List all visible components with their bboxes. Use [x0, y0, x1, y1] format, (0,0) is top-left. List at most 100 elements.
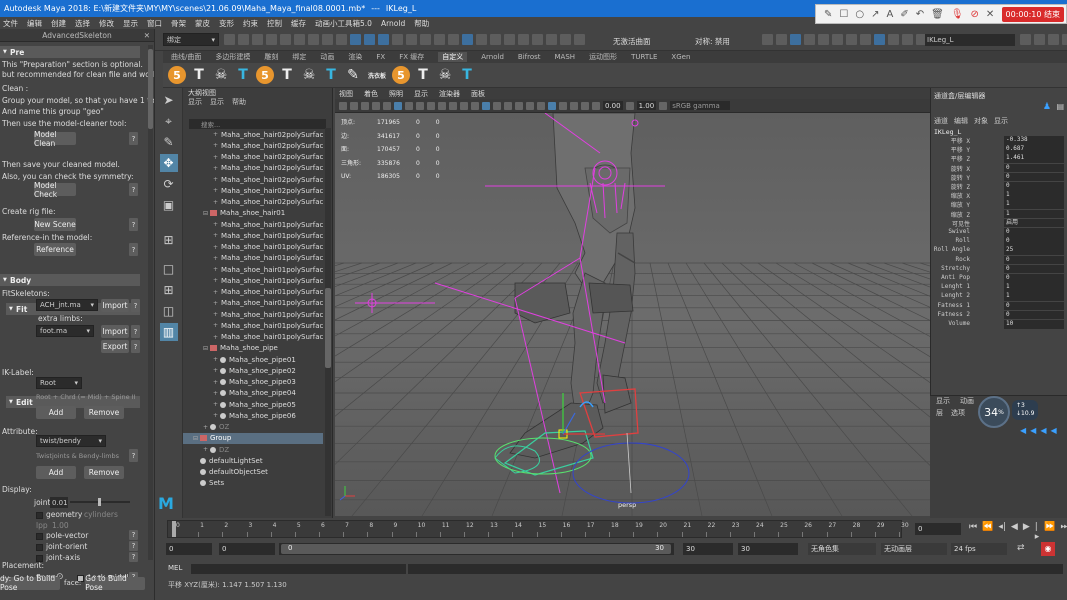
- outliner-layout-icon[interactable]: ▥: [159, 323, 178, 341]
- channel-attr-value[interactable]: 0: [1004, 274, 1064, 283]
- menu-set-select[interactable]: 绑定 ▾: [163, 33, 219, 46]
- expand-icon[interactable]: +: [213, 289, 218, 296]
- snap-live-icon[interactable]: [532, 34, 543, 45]
- viewport-menu-item[interactable]: 显示: [414, 89, 428, 99]
- channel-attr-value[interactable]: 0: [1004, 163, 1064, 173]
- shelf-tab[interactable]: MASH: [555, 53, 576, 61]
- channel-attr-row[interactable]: Anti Pop 0: [940, 274, 1065, 283]
- hypershade-icon[interactable]: [804, 34, 815, 45]
- mask-deform-icon[interactable]: [392, 34, 403, 45]
- textured-icon[interactable]: [493, 101, 501, 110]
- help-button[interactable]: ?: [129, 541, 138, 551]
- viewport-menu-item[interactable]: 渲染器: [439, 89, 460, 99]
- channel-menu-item[interactable]: 编辑: [954, 116, 968, 126]
- new-scene-button[interactable]: New Scene: [34, 218, 76, 231]
- expand-icon[interactable]: +: [203, 424, 210, 431]
- history-icon[interactable]: [560, 34, 571, 45]
- layout-6-icon[interactable]: [902, 34, 913, 45]
- film-gate-icon[interactable]: [394, 101, 402, 110]
- aa-icon[interactable]: [537, 101, 545, 110]
- channel-attr-row[interactable]: 旋转 X 0: [940, 163, 1065, 173]
- channel-attr-row[interactable]: 平移 X -0.338: [940, 136, 1065, 145]
- time-ruler[interactable]: 0 1 2 3 4 5 6 7 8 9 10 11 12 13 14 15 16 17 18 19 20 21 22 23 24…: [167, 520, 909, 538]
- resolution-gate-icon[interactable]: [405, 101, 413, 110]
- step-back-key-icon[interactable]: ⏪: [982, 522, 993, 542]
- channel-attr-value[interactable]: 0: [1004, 228, 1064, 237]
- four-view-icon[interactable]: ⊞: [160, 281, 178, 299]
- channel-box-icon[interactable]: [1062, 34, 1067, 45]
- outliner-scrollbar[interactable]: [325, 128, 331, 516]
- layout-icon[interactable]: ▤: [1056, 102, 1064, 111]
- rotate-tool-icon[interactable]: ⟳: [160, 175, 178, 193]
- mask-joints-icon[interactable]: [350, 34, 361, 45]
- menu-item[interactable]: 创建: [51, 18, 66, 29]
- quick-select-field[interactable]: IKLeg_L: [925, 34, 1015, 46]
- undo-icon[interactable]: ↶: [916, 9, 924, 20]
- xray-icon[interactable]: [548, 101, 556, 110]
- channel-attr-row[interactable]: Swivel 0: [940, 228, 1065, 237]
- expand-icon[interactable]: +: [213, 379, 220, 386]
- expand-icon[interactable]: +: [213, 412, 220, 419]
- lasso-tool-icon[interactable]: ⌖: [160, 112, 178, 130]
- menu-item[interactable]: 变形: [219, 18, 234, 29]
- layer-menu-item[interactable]: 选项: [951, 408, 965, 418]
- save-scene-icon[interactable]: [252, 34, 263, 45]
- channel-attr-value[interactable]: 0: [1004, 255, 1064, 265]
- shelf-tab[interactable]: TURTLE: [631, 53, 657, 61]
- help-button[interactable]: ?: [129, 552, 138, 562]
- current-frame-field[interactable]: 0: [915, 523, 961, 535]
- smooth-shade-icon[interactable]: [471, 101, 479, 110]
- add-button[interactable]: Add: [36, 406, 76, 419]
- snap-curve-icon[interactable]: [490, 34, 501, 45]
- exposure-icon[interactable]: [592, 101, 600, 110]
- shelf-tool-icon[interactable]: T: [458, 66, 476, 84]
- remove-attr-button[interactable]: Remove: [84, 466, 124, 479]
- channel-menu-item[interactable]: 显示: [994, 116, 1008, 126]
- hud-icon[interactable]: [581, 101, 589, 110]
- remove-button[interactable]: Remove: [84, 406, 124, 419]
- import-extra-button[interactable]: Import: [101, 325, 129, 338]
- circle-icon[interactable]: ○: [855, 9, 864, 20]
- image-plane-icon[interactable]: [372, 101, 380, 110]
- outliner-item[interactable]: ⊟ Group: [183, 432, 323, 444]
- command-input[interactable]: [191, 564, 406, 574]
- channel-attr-value[interactable]: 1: [1004, 191, 1064, 200]
- shelf-tool-icon[interactable]: ☠: [212, 66, 230, 84]
- outliner-item[interactable]: defaultObjectSet: [183, 467, 323, 478]
- shelf-tab[interactable]: 运动图形: [589, 52, 617, 62]
- fps-select[interactable]: 24 fps: [951, 543, 1007, 555]
- highlight-icon[interactable]: [462, 34, 473, 45]
- snap-surface-icon[interactable]: [546, 34, 557, 45]
- shelf-tool-icon[interactable]: T: [322, 66, 340, 84]
- go-to-build-pose-body-button[interactable]: dy: Go to Build Pose: [0, 574, 60, 592]
- select-tool-icon[interactable]: ➤: [160, 91, 178, 109]
- shelf-tab[interactable]: 动画: [320, 52, 334, 62]
- outliner-item[interactable]: + OZ: [183, 422, 323, 433]
- two-view-icon[interactable]: ◫: [160, 302, 178, 320]
- outliner-item[interactable]: + Maha_shoe_pipe02: [183, 365, 323, 376]
- channel-attr-value[interactable]: 1: [1004, 292, 1064, 301]
- help-button[interactable]: ?: [129, 183, 138, 196]
- shelf-tab[interactable]: 曲线/曲面: [171, 52, 201, 62]
- attribute-editor-icon[interactable]: [1034, 34, 1045, 45]
- rectangle-icon[interactable]: ☐: [839, 9, 848, 20]
- go-to-build-pose-face-button[interactable]: Go to Build Pose: [85, 574, 146, 592]
- isolate-icon[interactable]: [570, 101, 578, 110]
- channel-attr-row[interactable]: Lenght 1 1: [940, 283, 1065, 292]
- outliner-item[interactable]: + Maha_shoe_pipe01: [183, 354, 323, 365]
- channel-attr-row[interactable]: Rock 0: [940, 255, 1065, 265]
- shelf-tab[interactable]: 雕刻: [264, 52, 278, 62]
- outliner-item[interactable]: + Maha_shoe_pipe03: [183, 377, 323, 388]
- channel-attr-value[interactable]: 1: [1004, 283, 1064, 292]
- channel-attr-value[interactable]: 0: [1004, 237, 1064, 246]
- expand-icon[interactable]: +: [213, 401, 220, 408]
- channel-attr-row[interactable]: 缩放 X 1: [940, 191, 1065, 200]
- outliner-menu-item[interactable]: 显示: [210, 97, 224, 107]
- mask-misc-icon[interactable]: [434, 34, 445, 45]
- layout-1-icon[interactable]: [832, 34, 843, 45]
- xray-joints-icon[interactable]: [559, 101, 567, 110]
- menu-item[interactable]: 文件: [3, 18, 18, 29]
- outliner-item[interactable]: + Maha_shoe_hair02polySurfac: [183, 152, 323, 163]
- viewport-menu-item[interactable]: 照明: [389, 89, 403, 99]
- wireframe-on-shaded-icon[interactable]: [482, 101, 490, 110]
